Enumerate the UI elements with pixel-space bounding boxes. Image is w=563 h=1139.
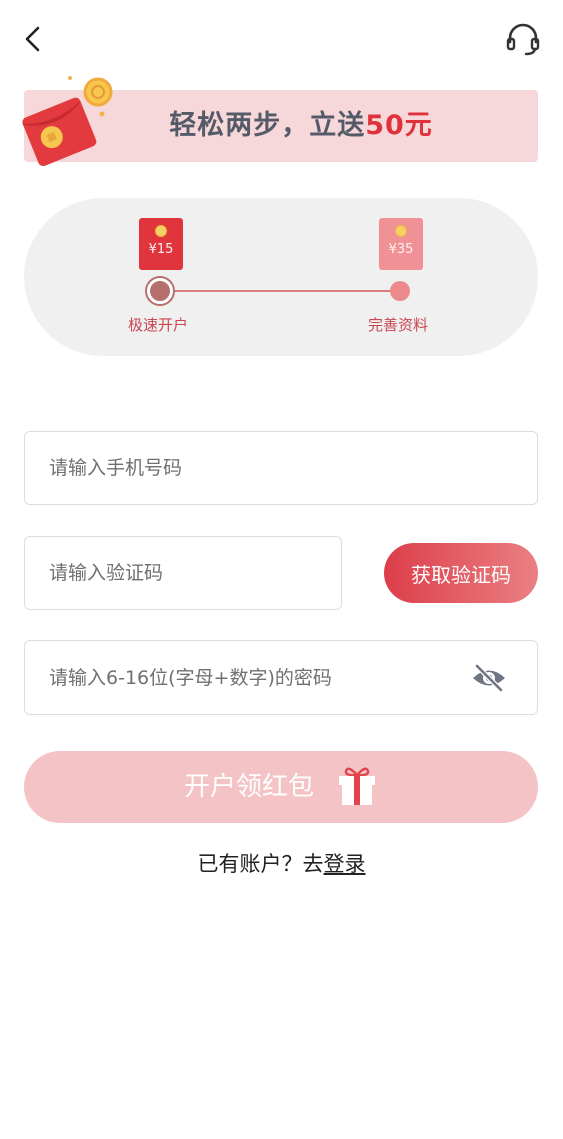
gift-icon: [339, 767, 375, 805]
password-field: [24, 640, 538, 715]
coin-icon: [395, 225, 407, 237]
chevron-left-icon: [25, 26, 40, 52]
open-account-button[interactable]: 开户领红包: [24, 751, 538, 823]
promo-amount: 50元: [365, 110, 433, 141]
step2-envelope: ¥35: [379, 218, 423, 270]
open-account-label: 开户领红包: [184, 772, 315, 802]
login-link[interactable]: 登录: [324, 852, 366, 876]
red-envelope-icon: [22, 76, 113, 166]
step1-amount: ¥15: [148, 242, 174, 257]
step2-label: 完善资料: [368, 316, 429, 334]
phone-field: [24, 431, 538, 505]
step2-amount: ¥35: [388, 242, 414, 257]
steps-track: [160, 290, 400, 292]
have-account-text: 已有账户？去: [197, 852, 324, 876]
step2-dot: [390, 281, 410, 301]
headset-icon: [506, 23, 540, 56]
customer-service-button[interactable]: [504, 22, 542, 58]
get-code-button[interactable]: 获取验证码: [384, 543, 538, 603]
step1-label: 极速开户: [128, 316, 189, 334]
verification-code-input[interactable]: [25, 537, 341, 609]
eye-off-icon[interactable]: [470, 662, 508, 694]
password-input[interactable]: [25, 641, 537, 714]
phone-input[interactable]: [25, 432, 537, 504]
login-prompt: 已有账户？去登录: [0, 848, 563, 878]
step1-envelope: ¥15: [139, 218, 183, 270]
step1-dot: [147, 278, 173, 304]
back-button[interactable]: [18, 22, 52, 56]
coin-icon: [155, 225, 167, 237]
steps-progress: ¥15 ¥35 极速开户 完善资料: [24, 198, 538, 356]
verification-code-field: [24, 536, 342, 610]
promo-text-prefix: 轻松两步，立送: [169, 110, 366, 141]
